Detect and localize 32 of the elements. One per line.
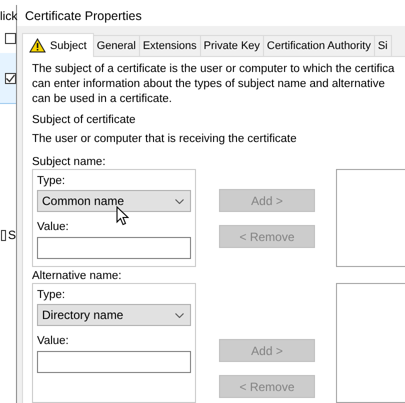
list-box[interactable]: [336, 283, 405, 403]
group-label: Subject name:: [32, 155, 107, 169]
value-field[interactable]: [37, 237, 191, 259]
chevron-down-icon: [175, 198, 184, 204]
checkbox[interactable]: [5, 72, 16, 84]
description-text: The subject of a certificate is the user or computer to which the certifica: [32, 62, 396, 77]
tab[interactable]: Extensions: [140, 35, 201, 56]
tab[interactable]: Si: [374, 35, 392, 56]
field-label: Type:: [37, 174, 66, 188]
chevron-down-icon: [175, 312, 184, 318]
checkbox[interactable]: [1, 230, 6, 240]
list-box[interactable]: [336, 169, 405, 267]
description-text: can be used in a certificate.: [32, 92, 173, 107]
description-text: can enter information about the types of subject name and alternative: [32, 77, 386, 92]
window-title: Certificate Properties: [25, 8, 142, 22]
group-label: Alternative name:: [32, 269, 122, 283]
section-hint: The user or computer that is receiving the certificate: [32, 132, 298, 147]
value-field[interactable]: [37, 351, 191, 373]
checkbox-label: S: [8, 228, 16, 242]
tab[interactable]: Private Key: [200, 35, 264, 56]
type-dropdown[interactable]: Directory name: [37, 304, 191, 326]
field-label: Type:: [37, 288, 66, 302]
tab[interactable]: Subject: [22, 33, 94, 57]
field-label: Value:: [37, 220, 70, 234]
list-row[interactable]: [0, 53, 16, 104]
checkbox[interactable]: [5, 32, 16, 44]
section-title: Subject of certificate: [32, 113, 137, 128]
tab[interactable]: Certification Authority: [264, 35, 375, 56]
background-text: lick: [0, 9, 16, 23]
tab[interactable]: General: [94, 35, 140, 56]
mouse-cursor-icon: [116, 206, 129, 226]
field-label: Value:: [37, 334, 70, 348]
